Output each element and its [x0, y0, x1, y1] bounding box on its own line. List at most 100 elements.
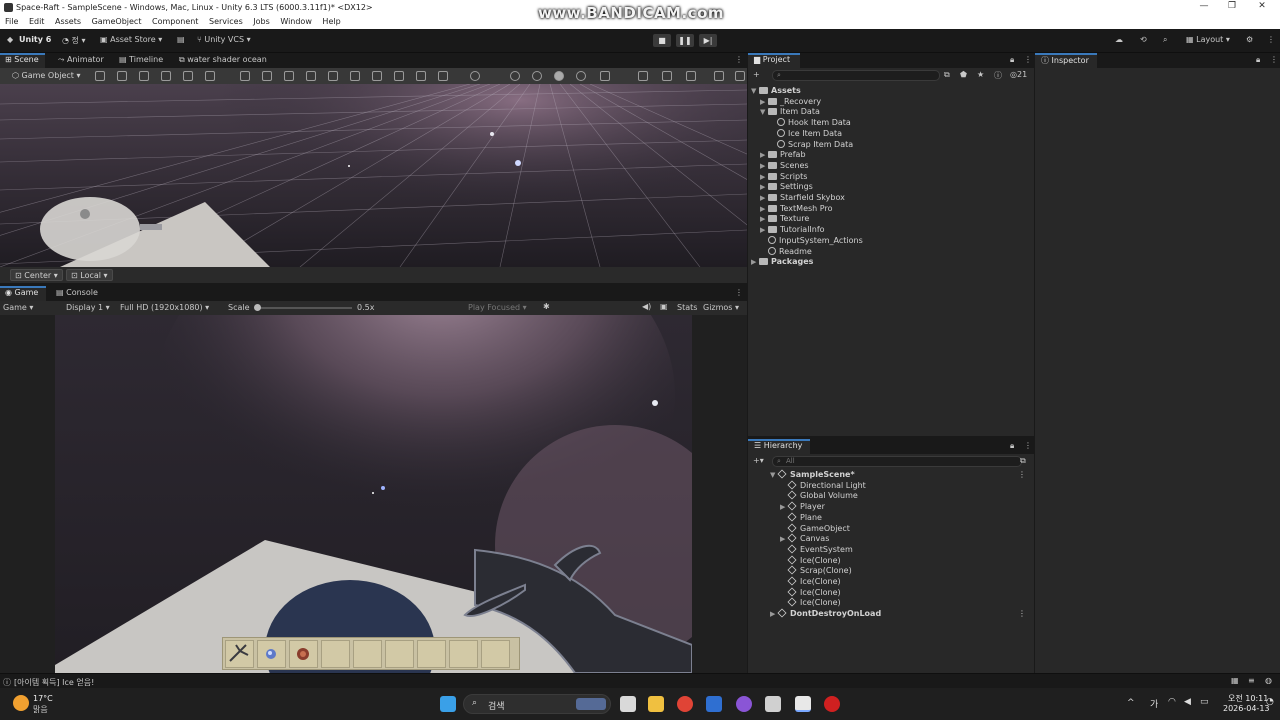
shaded-sphere-icon[interactable] [554, 71, 564, 81]
expand-arrow-icon[interactable]: ▼ [770, 470, 778, 481]
hierarchy-item[interactable]: GameObject [780, 522, 1028, 534]
bug-icon[interactable]: ✱ [543, 302, 550, 311]
project-item[interactable]: Readme [760, 246, 812, 257]
file-explorer-icon[interactable] [648, 696, 664, 712]
hierarchy-scene-row[interactable]: ▼ SampleScene* ⋮ [770, 469, 1028, 480]
tab-hierarchy[interactable]: ☰ Hierarchy [754, 441, 802, 450]
hierarchy-item[interactable]: Directional Light [780, 480, 1028, 491]
project-item[interactable]: Scrap Item Data [769, 139, 853, 150]
play-button[interactable]: ■ [653, 34, 671, 47]
search-icon[interactable]: ⌕ [1163, 35, 1167, 45]
scene-menu-icon[interactable]: ⋮ [1018, 469, 1026, 480]
lang-indicator[interactable]: 가 [1150, 697, 1158, 710]
taskbar-search-box[interactable]: ⌕ 검색 [463, 694, 611, 714]
hotbar-slot-scrap[interactable] [289, 640, 318, 668]
hotbar-slot-empty[interactable] [353, 640, 382, 668]
hotbar-slot-empty[interactable] [449, 640, 478, 668]
weather-sun-icon[interactable] [13, 695, 29, 711]
hotbar-slot-ice[interactable] [257, 640, 286, 668]
effects-icon[interactable] [600, 71, 610, 81]
display-dropdown[interactable]: Display 1 ▾ [66, 303, 110, 312]
project-item[interactable]: ▶ Prefab [760, 149, 806, 160]
grid-snap-icon[interactable] [284, 71, 294, 81]
tab-water-shader[interactable]: ⧉ water shader ocean [179, 55, 267, 65]
project-item[interactable]: InputSystem_Actions [760, 235, 863, 246]
gizmos-dropdown[interactable]: Gizmos ▾ [703, 303, 739, 312]
project-search-input[interactable]: ⌕ [772, 70, 940, 81]
rotate-tool-icon[interactable] [139, 71, 149, 81]
expand-arrow-icon[interactable]: ▶ [770, 609, 778, 620]
hierarchy-lock-icon[interactable]: 🔒︎ [1010, 441, 1014, 451]
scene-panel-menu-icon[interactable]: ⋮ [735, 55, 743, 64]
tab-scene[interactable]: ⊞ Scene [5, 55, 39, 64]
project-item[interactable]: ▶ Scripts [760, 171, 807, 182]
lock-icon[interactable]: 🔒︎ [1010, 55, 1014, 65]
tab-timeline[interactable]: ▤ Timeline [119, 55, 163, 64]
project-item[interactable]: ▶ Settings [760, 181, 813, 192]
layout-dropdown[interactable]: ▦ Layout ▾ [1186, 35, 1230, 44]
hierarchy-item[interactable]: Ice(Clone) [780, 576, 1028, 587]
scene-visibility-icon[interactable] [686, 71, 696, 81]
unity-hub-icon[interactable] [765, 696, 781, 712]
snap-tool-icon[interactable] [240, 71, 250, 81]
history-icon[interactable]: ⟲ [1140, 35, 1147, 44]
resolution-dropdown[interactable]: Full HD (1920x1080) ▾ [120, 303, 209, 312]
close-button[interactable]: ✕ [1250, 1, 1274, 13]
game-frame[interactable] [55, 315, 692, 673]
tab-game[interactable]: ◉ Game [5, 288, 38, 297]
pause-button[interactable]: ❚❚ [676, 34, 694, 47]
inspector-menu-icon[interactable]: ⋮ [1270, 55, 1278, 64]
hotbar-slot-empty[interactable] [385, 640, 414, 668]
package-icon[interactable]: ▤ [177, 35, 185, 44]
maximize-button[interactable]: ❐ [1220, 1, 1244, 13]
scale-slider[interactable] [254, 304, 352, 311]
collapsed-arrow-icon[interactable]: ▶ [751, 257, 759, 268]
debug-icon[interactable]: ▦ [1231, 676, 1239, 685]
clock-time[interactable]: 오전 10:11 [1228, 693, 1268, 704]
stats-button[interactable]: Stats [677, 303, 697, 312]
hierarchy-filter-icon[interactable]: ⧉ [1020, 456, 1026, 466]
vcs-button[interactable]: ⑂ Unity VCS ▾ [197, 35, 251, 44]
project-item[interactable]: ▶ TextMesh Pro [760, 203, 832, 214]
minimize-button[interactable]: — [1192, 1, 1216, 13]
expanded-arrow-icon[interactable]: ▼ [760, 107, 768, 118]
user-menu[interactable]: ◔ 정 ▾ [62, 35, 85, 46]
hierarchy-item[interactable]: Scrap(Clone) [780, 565, 1028, 576]
menu-file[interactable]: File [5, 17, 18, 26]
expanded-arrow-icon[interactable]: ▼ [751, 86, 759, 97]
project-item[interactable]: ▶ _Recovery [760, 96, 821, 107]
menu-jobs[interactable]: Jobs [253, 17, 270, 26]
hierarchy-scene-row[interactable]: ▶ DontDestroyOnLoad ⋮ [770, 608, 1028, 619]
hierarchy-item[interactable]: Plane [780, 512, 1028, 523]
info-icon[interactable]: ⓘ [994, 70, 1002, 81]
project-item[interactable]: ▶ Packages [751, 256, 813, 267]
chrome-icon[interactable] [677, 696, 693, 712]
lighting-icon[interactable] [532, 71, 542, 81]
menu-window[interactable]: Window [280, 17, 312, 26]
scale-slider-handle[interactable] [254, 304, 261, 311]
wifi-icon[interactable]: ◠ [1168, 697, 1176, 707]
scene-menu-icon[interactable]: ⋮ [1018, 608, 1026, 619]
favorite-icon[interactable]: ★ [977, 70, 984, 79]
hierarchy-item[interactable]: Ice(Clone) [780, 587, 1028, 598]
project-item[interactable]: ▼ Assets [751, 85, 801, 96]
hierarchy-search-input[interactable]: ⌕ All [772, 456, 1022, 467]
scene-viewport[interactable] [0, 84, 747, 267]
pivot-center-dropdown[interactable]: ⊡ Center ▾ [10, 269, 63, 281]
hotbar-slot-empty[interactable] [481, 640, 510, 668]
hierarchy-item[interactable]: Global Volume [780, 490, 1028, 501]
menu-component[interactable]: Component [152, 17, 198, 26]
inspector-lock-icon[interactable]: 🔒︎ [1256, 55, 1260, 65]
settings-gear-icon[interactable]: ⚙ [1246, 35, 1253, 44]
task-view-icon[interactable] [620, 696, 636, 712]
hierarchy-item[interactable]: Ice(Clone) [780, 555, 1028, 566]
mute-icon[interactable]: ◀) [642, 302, 651, 311]
rect-tool-icon[interactable] [183, 71, 193, 81]
transform-tool-icon[interactable] [205, 71, 215, 81]
app-a-icon[interactable] [706, 696, 722, 712]
camera-icon[interactable] [438, 71, 448, 81]
grid-move-icon[interactable] [262, 71, 272, 81]
hierarchy-item[interactable]: ▶ Canvas [780, 533, 1028, 544]
tab-animator[interactable]: ⤳ Animator [58, 55, 104, 65]
cloud-icon[interactable]: ☁ [1115, 35, 1123, 44]
